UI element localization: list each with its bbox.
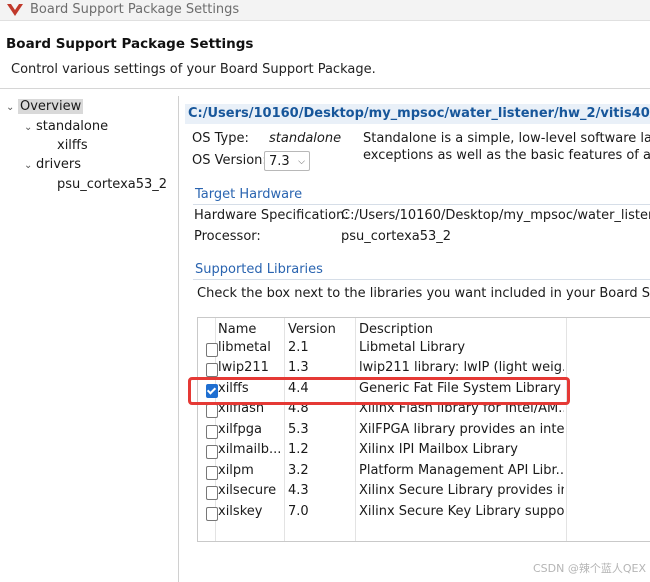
os-version-label: OS Version: [192, 153, 267, 168]
table-row[interactable]: xilmailb... 1.2 Xilinx IPI Mailbox Libra… [198, 441, 650, 461]
library-description: Xilinx Secure Library provides in... [359, 483, 564, 498]
table-row[interactable]: xilpm 3.2 Platform Management API Libr..… [198, 462, 650, 482]
library-description: Libmetal Library [359, 340, 466, 355]
tree-item-label: psu_cortexa53_2 [57, 177, 168, 192]
dialog-title: Board Support Package Settings [6, 36, 254, 52]
section-divider [193, 204, 650, 205]
vitis-logo-icon [7, 4, 23, 16]
library-name: xilsecure [218, 483, 277, 498]
library-description: Xilinx Secure Key Library suppo... [359, 504, 564, 519]
library-description: XilFPGA library provides an inte... [359, 422, 564, 437]
supported-libraries-title: Supported Libraries [195, 262, 323, 277]
chevron-down-icon[interactable]: ⌄ [24, 119, 36, 137]
window-title: Board Support Package Settings [30, 2, 240, 17]
tree-item-psu[interactable]: psu_cortexa53_2 [57, 176, 167, 194]
library-version: 7.0 [288, 504, 309, 519]
tree-item-drivers[interactable]: ⌄ drivers [24, 156, 81, 174]
section-divider [193, 279, 650, 280]
tree-item-label: drivers [36, 157, 82, 172]
path-header: C:/Users/10160/Desktop/my_mpsoc/water_li… [185, 104, 650, 124]
chevron-down-icon[interactable]: ⌄ [24, 157, 36, 175]
library-checkbox[interactable] [206, 507, 218, 521]
chevron-down-icon: ⌵ [298, 157, 305, 167]
library-version: 1.2 [288, 442, 309, 457]
column-header-version[interactable]: Version [288, 322, 336, 337]
table-row[interactable]: xilskey 7.0 Xilinx Secure Key Library su… [198, 503, 650, 523]
os-type-value: standalone [269, 131, 342, 146]
target-hardware-title: Target Hardware [195, 187, 303, 202]
table-row[interactable]: libmetal 2.1 Libmetal Library [198, 339, 650, 359]
library-description: Platform Management API Libr... [359, 463, 564, 478]
library-version: 1.3 [288, 360, 309, 375]
library-version: 3.2 [288, 463, 309, 478]
library-name: xilmailb... [218, 442, 282, 457]
os-version-value: 7.3 [269, 154, 290, 169]
tree-item-label: standalone [36, 119, 109, 134]
header-divider [0, 88, 650, 89]
library-checkbox[interactable] [206, 466, 218, 480]
library-checkbox[interactable] [206, 404, 218, 418]
tree-item-label: xilffs [57, 138, 88, 153]
library-version: 2.1 [288, 340, 309, 355]
table-row[interactable]: lwip211 1.3 lwip211 library: lwIP (light… [198, 359, 650, 379]
column-header-name[interactable]: Name [218, 322, 256, 337]
library-name: lwip211 [218, 360, 269, 375]
library-description: lwip211 library: lwIP (light weig... [359, 360, 564, 375]
hw-spec-label: Hardware Specification: [194, 208, 349, 223]
library-checkbox[interactable] [206, 445, 218, 459]
os-description-line1: Standalone is a simple, low-level softwa… [363, 131, 650, 146]
tree-item-xilffs[interactable]: xilffs [57, 137, 88, 155]
window-titlebar: Board Support Package Settings [0, 0, 650, 21]
library-name: xilskey [218, 504, 263, 519]
library-version: 4.3 [288, 483, 309, 498]
libraries-table: Name Version Description libmetal 2.1 Li… [197, 317, 650, 542]
library-checkbox[interactable] [206, 343, 218, 357]
library-checkbox[interactable] [206, 486, 218, 500]
os-version-select[interactable]: 7.3 ⌵ [264, 151, 310, 171]
library-checkbox[interactable] [206, 425, 218, 439]
column-header-description[interactable]: Description [359, 322, 433, 337]
os-type-label: OS Type: [192, 131, 249, 146]
watermark: CSDN @辣个蓝人QEX [532, 562, 646, 575]
table-row[interactable]: xilsecure 4.3 Xilinx Secure Library prov… [198, 482, 650, 502]
processor-label: Processor: [194, 229, 261, 244]
library-name: xilfpga [218, 422, 262, 437]
bsp-path: C:/Users/10160/Desktop/my_mpsoc/water_li… [188, 106, 650, 121]
tree-item-overview[interactable]: ⌄ Overview [6, 98, 84, 117]
chevron-down-icon[interactable]: ⌄ [6, 99, 18, 117]
library-description: Xilinx IPI Mailbox Library [359, 442, 518, 457]
libraries-instruction: Check the box next to the libraries you … [197, 286, 650, 301]
dialog-subtitle: Control various settings of your Board S… [11, 62, 376, 77]
tree-item-label: Overview [18, 99, 84, 114]
os-description-line2: exceptions as well as the basic features… [363, 148, 650, 163]
annotation-highlight-box [188, 377, 570, 405]
hw-spec-value: C:/Users/10160/Desktop/my_mpsoc/water_li… [341, 208, 650, 223]
library-name: xilpm [218, 463, 254, 478]
tree-item-standalone[interactable]: ⌄ standalone [24, 118, 108, 136]
library-checkbox[interactable] [206, 363, 218, 377]
table-row[interactable]: xilfpga 5.3 XilFPGA library provides an … [198, 421, 650, 441]
processor-value: psu_cortexa53_2 [341, 229, 452, 244]
overview-panel: C:/Users/10160/Desktop/my_mpsoc/water_li… [185, 96, 650, 582]
library-name: libmetal [218, 340, 271, 355]
library-version: 5.3 [288, 422, 309, 437]
settings-tree: ⌄ Overview ⌄ standalone xilffs ⌄ drivers ps… [0, 96, 179, 582]
